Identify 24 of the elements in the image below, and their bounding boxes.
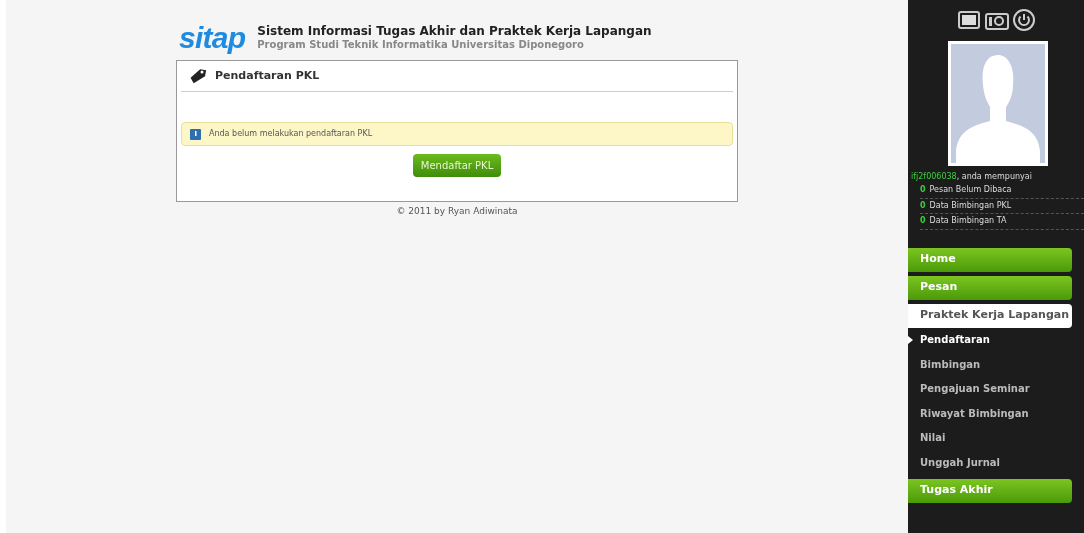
stat-label: Data Bimbingan PKL [929,199,1012,212]
panel-title: Pendaftaran PKL [215,67,320,84]
stat-count: 0 [920,215,926,228]
stat-count: 0 [920,184,926,197]
nav-subitem[interactable]: Nilai [908,430,946,446]
tag-icon [189,67,207,85]
power-icon[interactable] [1013,9,1035,31]
nav-subitem[interactable]: Riwayat Bimbingan [908,405,1029,421]
notice-text: Anda belum melakukan pendaftaran PKL [209,128,373,140]
logo: sitap [178,23,246,53]
footer-text: © 2011 by Ryan Adiwinata [396,205,518,218]
screen-icon[interactable] [957,10,981,30]
info-icon [190,128,201,140]
stat-label: Pesan Belum Dibaca [929,184,1012,197]
nav-subitem[interactable]: Bimbingan [908,356,981,372]
site-title: Sistem Informasi Tugas Akhir dan Praktek Kerja Lapangan [257,24,652,40]
site-subtitle: Program Studi Teknik Informatika Universitas Diponegoro [257,39,585,52]
camera-icon[interactable] [985,10,1009,30]
nav-subitem[interactable]: Unggah Jurnal [908,454,1000,470]
nav-item[interactable]: Praktek Kerja Lapangan [908,303,1072,328]
stat-count: 0 [920,199,926,212]
user-greeting: ifj2f006038, anda mempunyai [911,172,1032,181]
stat-label: Data Bimbingan TA [929,215,1007,228]
nav-subitem[interactable]: Pengajuan Seminar [908,381,1030,397]
